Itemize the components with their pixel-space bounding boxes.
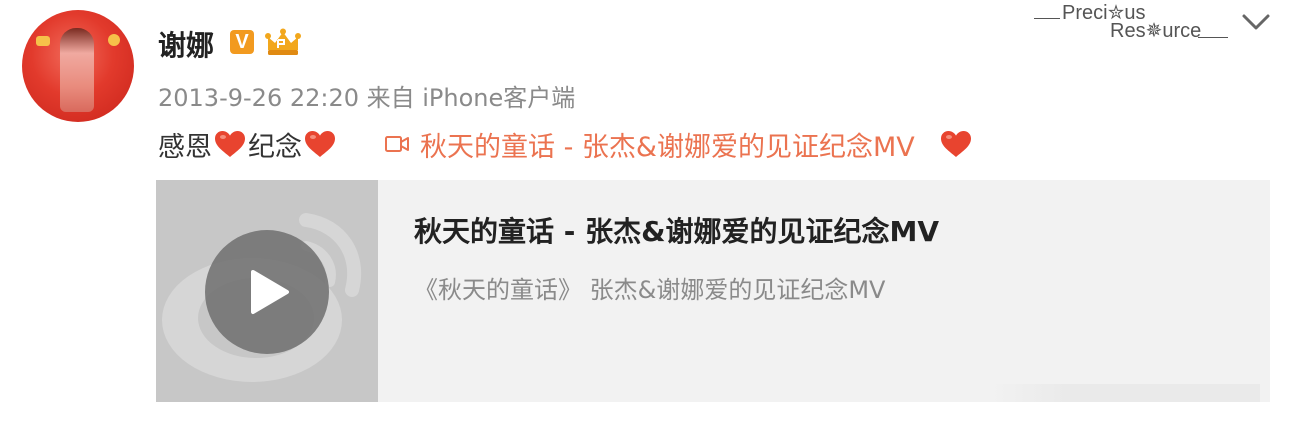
heart-icon xyxy=(940,131,971,157)
username[interactable]: 谢娜 xyxy=(158,24,214,64)
video-card[interactable]: 秋天的童话 - 张杰&谢娜爱的见证纪念MV 《秋天的童话》 张杰&谢娜爱的见证纪… xyxy=(156,180,1270,402)
watermark: Preci✮us Res✵urce xyxy=(1034,0,1228,42)
post-text: 感恩 纪念 秋天的童话 - 张杰&谢娜爱的见证纪念MV xyxy=(158,124,974,164)
card-title[interactable]: 秋天的童话 - 张杰&谢娜爱的见证纪念MV xyxy=(414,210,939,250)
watermark-text-2: Res✵urce xyxy=(1110,20,1202,42)
video-thumbnail[interactable] xyxy=(156,180,378,402)
card-subtitle: 《秋天的童话》 张杰&谢娜爱的见证纪念MV xyxy=(414,276,886,304)
avatar[interactable] xyxy=(22,10,134,122)
post-meta: 2013-9-26 22:20 来自 iPhone客户端 xyxy=(158,84,576,112)
avatar-figure xyxy=(60,28,94,112)
heart-icon xyxy=(215,131,245,157)
vip-crown-icon xyxy=(265,28,301,55)
blurred-watermark xyxy=(990,384,1260,402)
heart-icon xyxy=(305,131,335,157)
watermark-line xyxy=(1034,18,1060,19)
chevron-down-icon[interactable] xyxy=(1240,10,1272,34)
video-link[interactable]: 秋天的童话 - 张杰&谢娜爱的见证纪念MV xyxy=(384,125,915,164)
avatar-decoration xyxy=(108,34,120,46)
avatar-decoration xyxy=(36,36,50,46)
video-link-label: 秋天的童话 - 张杰&谢娜爱的见证纪念MV xyxy=(420,131,915,163)
verified-badge: V xyxy=(230,30,254,54)
watermark-line xyxy=(1198,37,1228,38)
video-icon xyxy=(385,136,409,152)
play-icon[interactable] xyxy=(247,268,291,316)
post-text-part: 纪念 xyxy=(248,131,302,163)
post-text-part: 感恩 xyxy=(158,131,212,163)
